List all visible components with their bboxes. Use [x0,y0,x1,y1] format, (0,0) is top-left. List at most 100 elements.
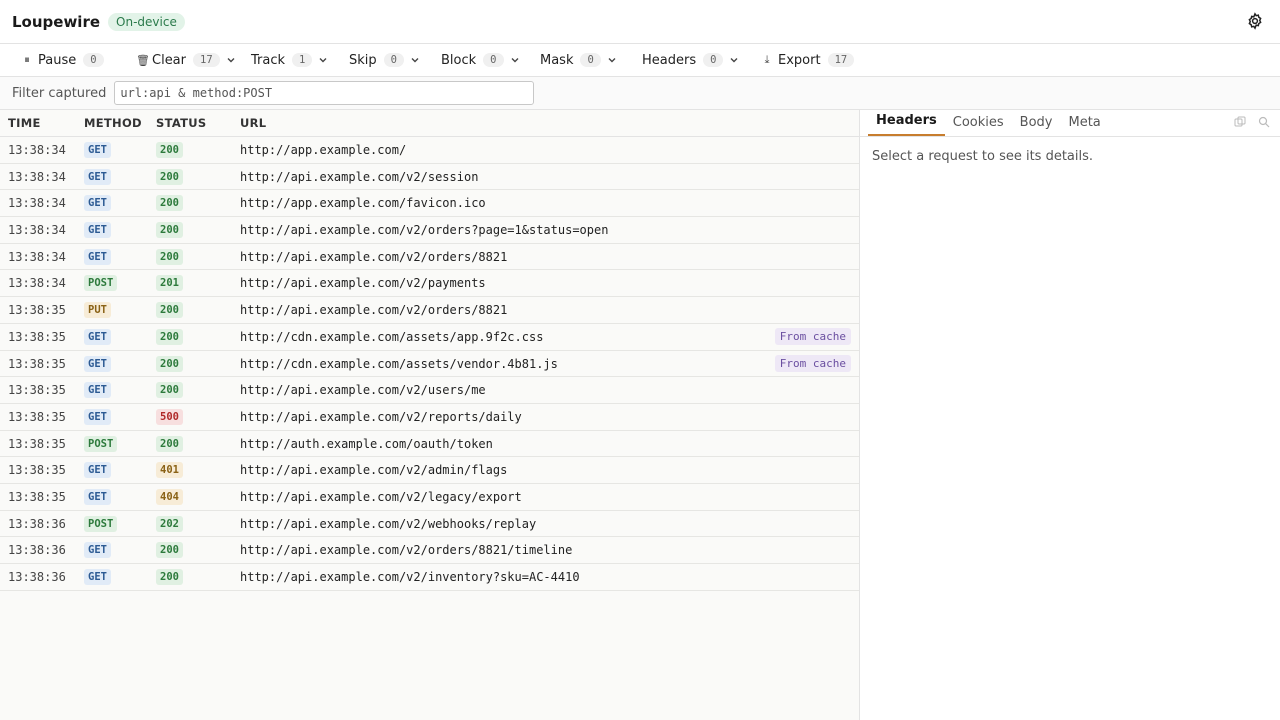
table-row[interactable]: 13:38:34 GET 200 http://app.example.com/fav… [0,190,859,218]
table-row[interactable]: 13:38:35 GET 500 http://api.example.com/v2/… [0,403,859,431]
chevron-down-icon[interactable] [729,55,739,65]
row-method: GET [84,404,111,430]
row-status-pill: 200 [156,248,183,265]
toolbar-count-badge: 0 [703,53,724,67]
table-row[interactable]: 13:38:35 GET 200 http://api.example.com/v2/… [0,377,859,404]
row-time: 13:38:34 [8,223,66,238]
tab-headers[interactable]: Headers [868,113,945,136]
row-status: 200 [156,431,183,457]
trash-icon: 🗑 [136,53,150,67]
row-method-pill: GET [84,328,111,345]
row-url: http://api.example.com/v2/orders/8821 [240,303,508,318]
row-status: 200 [156,564,183,590]
table-row[interactable]: 13:38:34 GET 200 http://app.example.com/ [0,137,859,164]
tab-meta[interactable]: Meta [1060,115,1108,136]
row-cache-badge-pill: From cache [774,355,851,372]
on-device-badge: On-device [108,12,185,31]
toolbar-mask-button[interactable]: Mask 0 [540,44,617,76]
row-method: GET [84,244,111,270]
column-header-time[interactable]: TIME [8,116,41,130]
row-status: 500 [156,404,183,430]
tab-cookies[interactable]: Cookies [945,115,1012,136]
row-method-pill: GET [84,488,111,505]
table-row[interactable]: 13:38:35 GET 401 http://api.example.com/v2/… [0,457,859,484]
table-row[interactable]: 13:38:36 GET 200 http://api.example.com/v2/… [0,564,859,591]
table-row[interactable]: 13:38:35 POST 200 http://auth.example.com/o… [0,430,859,458]
row-status-pill: 200 [156,435,183,452]
row-status-pill: 200 [156,542,183,559]
table-row[interactable]: 13:38:34 GET 200 http://api.example.com/v2/… [0,163,859,191]
toolbar-button-label: Clear [152,52,186,68]
toolbar-button-label: Mask [540,52,574,68]
row-status: 401 [156,457,183,483]
row-status-pill: 201 [156,275,183,292]
row-method: GET [84,537,111,563]
table-row[interactable]: 13:38:34 GET 200 http://api.example.com/v2/… [0,217,859,244]
table-row[interactable]: 13:38:36 POST 202 http://api.example.com/v2… [0,510,859,538]
table-row[interactable]: 13:38:35 GET 200 http://cdn.example.com/ass… [0,350,859,378]
row-time: 13:38:35 [8,463,66,478]
table-row[interactable]: 13:38:34 POST 201 http://api.example.com/v2… [0,270,859,298]
row-url: http://auth.example.com/oauth/token [240,436,493,451]
column-header-method[interactable]: METHOD [84,116,142,130]
row-time: 13:38:35 [8,436,66,451]
row-time: 13:38:34 [8,196,66,211]
toolbar-button-label: Pause [38,52,77,68]
toolbar-button-label: Track [251,52,286,68]
toolbar-block-button[interactable]: Block 0 [441,44,520,76]
row-method-pill: GET [84,408,111,425]
column-header-url[interactable]: URL [240,116,266,130]
pause-icon: ⏸ [24,53,30,66]
row-url: http://app.example.com/favicon.ico [240,196,486,211]
column-header-status[interactable]: STATUS [156,116,207,130]
row-status-pill: 200 [156,382,183,399]
toolbar-count-badge: 0 [580,53,601,67]
row-status-pill: 200 [156,195,183,212]
chevron-down-icon[interactable] [510,55,520,65]
row-method-pill: GET [84,542,111,559]
toolbar-headers-button[interactable]: Headers 0 [642,44,739,76]
row-method: GET [84,217,111,243]
row-method: GET [84,351,111,377]
row-method: GET [84,564,111,590]
row-time: 13:38:34 [8,169,66,184]
chevron-down-icon[interactable] [226,55,236,65]
app-header: Loupewire On-device [0,0,1280,44]
table-row[interactable]: 13:38:36 GET 200 http://api.example.com/v2/… [0,537,859,564]
row-time: 13:38:35 [8,303,66,318]
chevron-down-icon[interactable] [410,55,420,65]
details-tools [1234,116,1270,128]
toolbar-skip-button[interactable]: Skip 0 [349,44,420,76]
row-url: http://api.example.com/v2/orders/8821 [240,249,508,264]
copy-icon[interactable] [1234,116,1246,128]
row-status: 200 [156,190,183,216]
toolbar-export-button[interactable]: ⤓ Export 17 [762,44,855,76]
tab-body[interactable]: Body [1012,115,1061,136]
filter-input[interactable] [114,81,535,105]
row-status-pill: 200 [156,569,183,585]
row-status-pill: 200 [156,328,183,345]
row-status-pill: 500 [156,408,183,425]
table-row[interactable]: 13:38:35 PUT 200 http://api.example.com/v2/… [0,297,859,324]
toolbar-track-button[interactable]: Track 1 [251,44,328,76]
toolbar-count-badge: 17 [827,53,855,67]
row-time: 13:38:35 [8,409,66,424]
row-status: 200 [156,217,183,243]
row-method: GET [84,137,111,163]
table-row[interactable]: 13:38:35 GET 200 http://cdn.example.com/ass… [0,323,859,351]
toolbar-clear-button[interactable]: 🗑 Clear 17 [136,44,236,76]
row-method: GET [84,457,111,483]
table-row[interactable]: 13:38:34 GET 200 http://api.example.com/v2/… [0,243,859,271]
row-method-pill: GET [84,142,111,158]
row-method: GET [84,324,111,350]
row-status-pill: 404 [156,488,183,505]
toolbar-pause-button[interactable]: ⏸ Pause 0 [22,44,104,76]
row-url: http://api.example.com/v2/admin/flags [240,463,508,478]
gear-icon[interactable] [1246,12,1264,30]
search-icon[interactable] [1258,116,1270,128]
chevron-down-icon[interactable] [318,55,328,65]
row-method-pill: POST [84,435,118,452]
request-rows: 13:38:34 GET 200 http://app.example.com/13:… [0,137,859,591]
table-row[interactable]: 13:38:35 GET 404 http://api.example.com/v2/… [0,483,859,511]
chevron-down-icon[interactable] [607,55,617,65]
